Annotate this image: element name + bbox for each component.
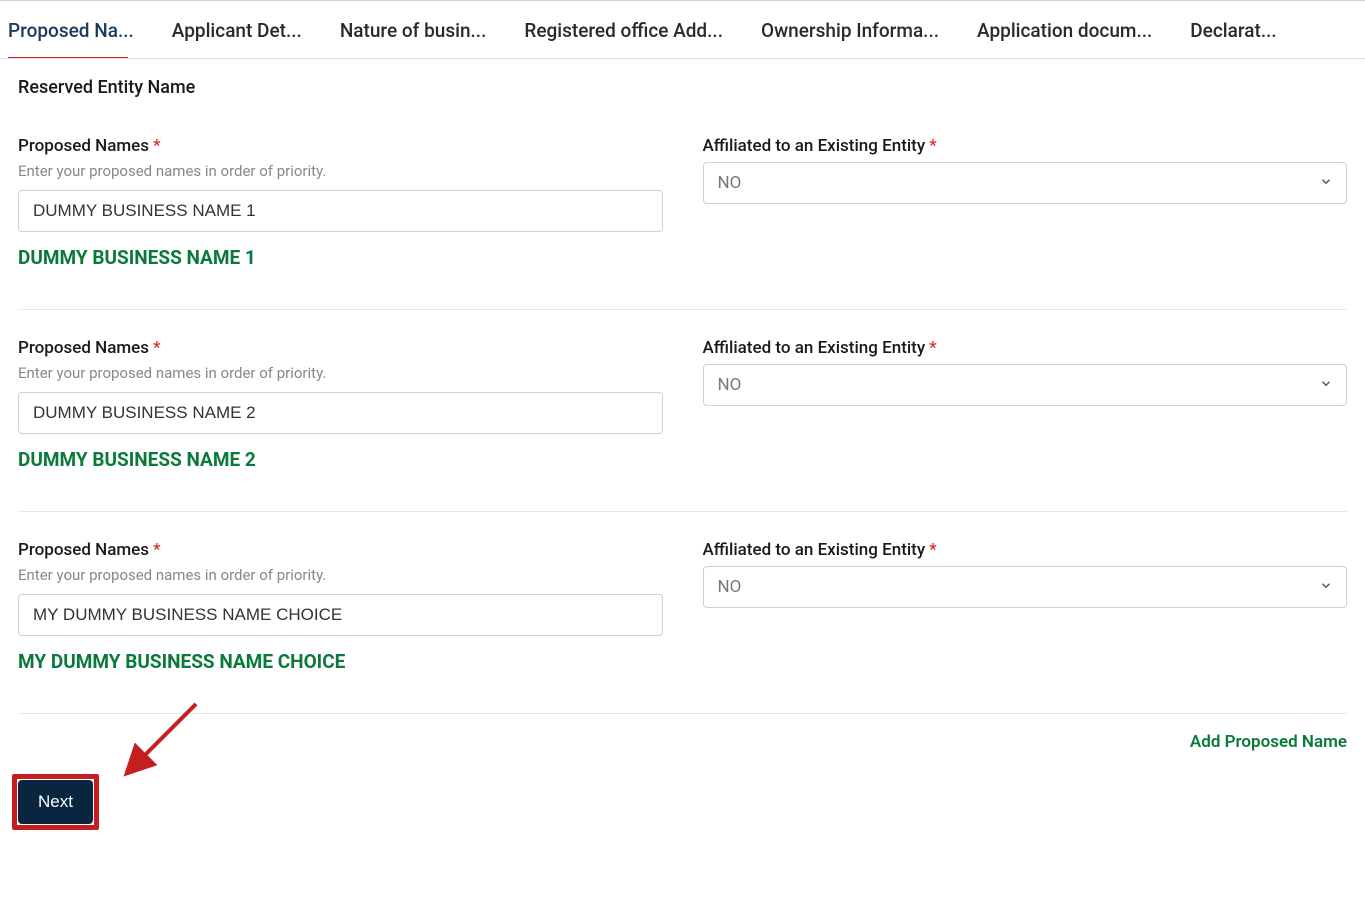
confirmed-name-3: MY DUMMY BUSINESS NAME CHOICE bbox=[18, 650, 663, 673]
form-content: Reserved Entity Name Proposed Names* Ent… bbox=[0, 59, 1365, 842]
proposed-name-input-2[interactable] bbox=[18, 392, 663, 434]
affiliated-select-1[interactable]: NO bbox=[703, 162, 1348, 204]
proposed-name-input-3[interactable] bbox=[18, 594, 663, 636]
tab-proposed-names[interactable]: Proposed Na... bbox=[8, 1, 150, 58]
proposed-name-col: Proposed Names* Enter your proposed name… bbox=[18, 338, 663, 471]
required-marker: * bbox=[153, 338, 161, 358]
proposed-names-label: Proposed Names* bbox=[18, 540, 663, 560]
proposed-name-row: Proposed Names* Enter your proposed name… bbox=[18, 338, 1347, 512]
affiliated-label: Affiliated to an Existing Entity* bbox=[703, 338, 1348, 358]
helper-text: Enter your proposed names in order of pr… bbox=[18, 364, 663, 382]
affiliated-col: Affiliated to an Existing Entity* NO bbox=[703, 338, 1348, 471]
required-marker: * bbox=[153, 540, 161, 560]
affiliated-select-3[interactable]: NO bbox=[703, 566, 1348, 608]
affiliated-select-wrapper: NO bbox=[703, 162, 1348, 204]
affiliated-label: Affiliated to an Existing Entity* bbox=[703, 540, 1348, 560]
tabs-container: Proposed Na... Applicant Det... Nature o… bbox=[0, 1, 1365, 59]
affiliated-label: Affiliated to an Existing Entity* bbox=[703, 136, 1348, 156]
tab-nature-of-business[interactable]: Nature of busin... bbox=[340, 1, 503, 58]
helper-text: Enter your proposed names in order of pr… bbox=[18, 162, 663, 180]
affiliated-select-wrapper: NO bbox=[703, 364, 1348, 406]
confirmed-name-1: DUMMY BUSINESS NAME 1 bbox=[18, 246, 663, 269]
tab-ownership-information[interactable]: Ownership Informa... bbox=[761, 1, 955, 58]
add-link-row: Add Proposed Name bbox=[18, 732, 1347, 752]
affiliated-col: Affiliated to an Existing Entity* NO bbox=[703, 136, 1348, 269]
required-marker: * bbox=[929, 540, 937, 560]
proposed-name-col: Proposed Names* Enter your proposed name… bbox=[18, 540, 663, 673]
next-button-container: Next bbox=[18, 780, 93, 824]
required-marker: * bbox=[929, 136, 937, 156]
tab-applicant-details[interactable]: Applicant Det... bbox=[172, 1, 318, 58]
affiliated-col: Affiliated to an Existing Entity* NO bbox=[703, 540, 1348, 673]
proposed-name-col: Proposed Names* Enter your proposed name… bbox=[18, 136, 663, 269]
proposed-names-label: Proposed Names* bbox=[18, 338, 663, 358]
add-proposed-name-link[interactable]: Add Proposed Name bbox=[1190, 732, 1347, 752]
tab-declaration[interactable]: Declarat... bbox=[1190, 1, 1292, 58]
next-button[interactable]: Next bbox=[18, 780, 93, 824]
helper-text: Enter your proposed names in order of pr… bbox=[18, 566, 663, 584]
section-title: Reserved Entity Name bbox=[18, 77, 1347, 98]
required-marker: * bbox=[153, 136, 161, 156]
proposed-name-row: Proposed Names* Enter your proposed name… bbox=[18, 540, 1347, 714]
affiliated-select-2[interactable]: NO bbox=[703, 364, 1348, 406]
tab-registered-office-address[interactable]: Registered office Add... bbox=[524, 1, 739, 58]
proposed-name-input-1[interactable] bbox=[18, 190, 663, 232]
affiliated-select-wrapper: NO bbox=[703, 566, 1348, 608]
tab-application-documents[interactable]: Application docum... bbox=[977, 1, 1168, 58]
confirmed-name-2: DUMMY BUSINESS NAME 2 bbox=[18, 448, 663, 471]
proposed-names-label: Proposed Names* bbox=[18, 136, 663, 156]
required-marker: * bbox=[929, 338, 937, 358]
proposed-name-row: Proposed Names* Enter your proposed name… bbox=[18, 136, 1347, 310]
